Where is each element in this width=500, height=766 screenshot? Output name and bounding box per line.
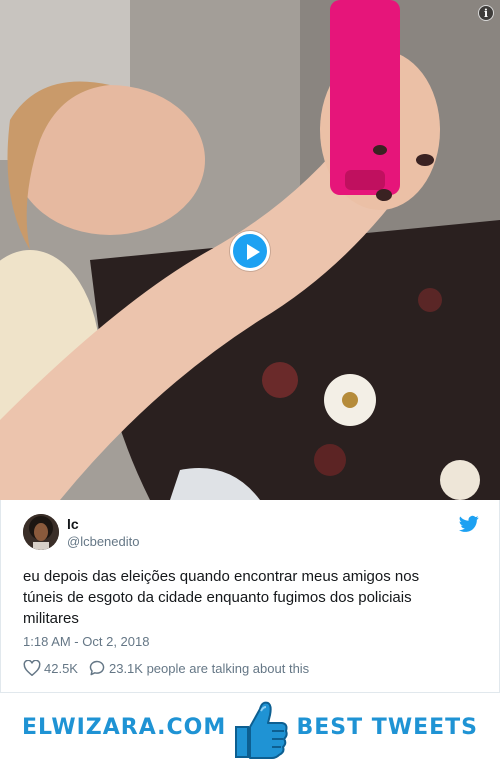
site-name[interactable]: ELWIZARA.COM (22, 715, 226, 741)
talking-count: 23.1K people are talking about this (108, 660, 310, 676)
tweet-timestamp[interactable]: 1:18 AM - Oct 2, 2018 (23, 634, 149, 649)
tweet-actions: 42.5K 23.1K people are talking about thi… (23, 660, 319, 676)
tweet-card[interactable]: lc @lcbenedito eu depois das eleições qu… (0, 500, 500, 693)
tweet-video[interactable]: i (0, 0, 500, 500)
twitter-bird-icon[interactable] (459, 515, 479, 533)
author-name[interactable]: lc (67, 516, 79, 532)
author-handle[interactable]: @lcbenedito (67, 534, 139, 549)
talking-link[interactable]: 23.1K people are talking about this (88, 660, 309, 676)
avatar[interactable] (23, 514, 59, 550)
tweet-text: eu depois das eleições quando encontrar … (23, 568, 420, 627)
like-count: 42.5K (44, 660, 78, 676)
thumbs-up-icon (235, 701, 288, 759)
play-icon[interactable] (230, 231, 270, 271)
info-icon[interactable]: i (478, 5, 494, 21)
best-tweets-label: BEST TWEETS (296, 715, 478, 740)
comment-icon (89, 660, 105, 676)
like-button[interactable]: 42.5K (23, 660, 78, 676)
branding-banner: ELWIZARA.COM BEST TWEETS (0, 693, 500, 766)
heart-icon (23, 660, 41, 676)
